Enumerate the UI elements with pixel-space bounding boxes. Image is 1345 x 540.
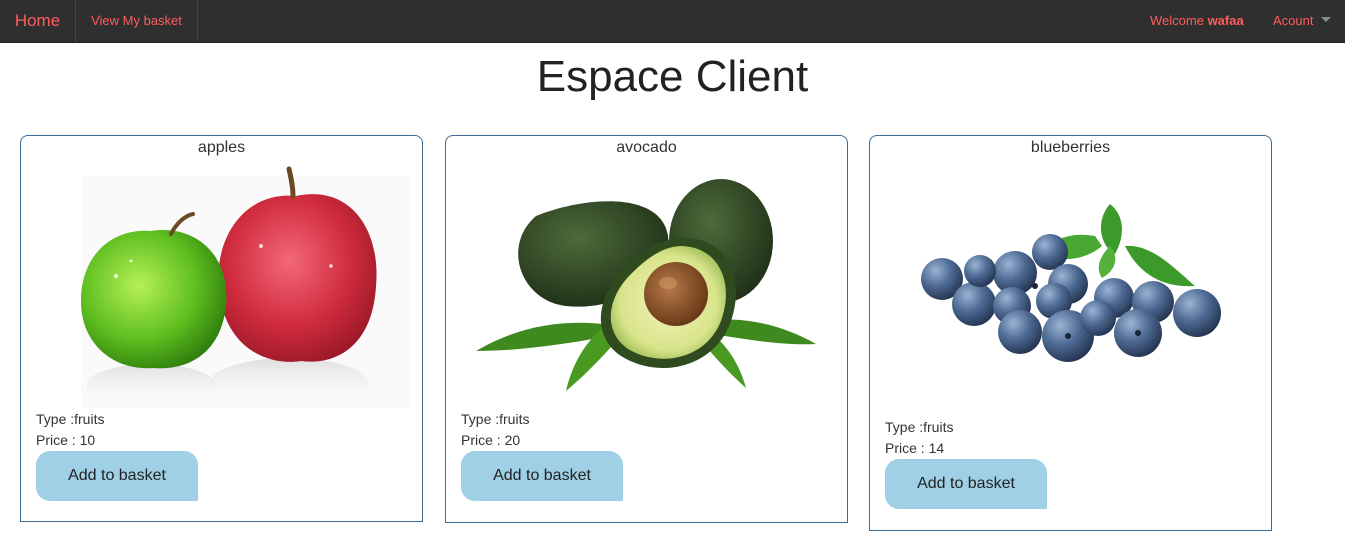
product-card-blueberries: blueberries Type :fruits Price: 14 Add … <box>869 135 1272 531</box>
nav-account-dropdown[interactable]: Acount <box>1273 0 1332 42</box>
add-to-basket-button[interactable]: Add to basket <box>36 451 198 501</box>
product-type: Type :fruits <box>36 411 105 427</box>
apples-image <box>81 166 411 410</box>
product-type: Type :fruits <box>461 411 530 427</box>
welcome-username: wafaa <box>1207 13 1244 28</box>
nav-welcome-text: Welcome wafaa <box>1150 0 1244 42</box>
avocado-image <box>476 179 816 391</box>
add-to-basket-button[interactable]: Add to basket <box>461 451 623 501</box>
blueberries-image <box>921 204 1221 362</box>
page-title: Espace Client <box>536 52 809 101</box>
chevron-down-icon <box>1321 17 1332 23</box>
welcome-prefix: Welcome <box>1150 13 1208 28</box>
product-price: Price : 20 <box>461 432 521 448</box>
top-navbar: Home View My basket Welcome wafaa Acount <box>0 0 1345 43</box>
add-to-basket-button[interactable]: Add to basket <box>885 459 1047 509</box>
nav-home-link[interactable]: Home <box>0 0 76 42</box>
product-card-avocado: avocado Type:fruits Price: 20 Add to b… <box>445 135 848 523</box>
account-label: Acount <box>1273 13 1314 28</box>
product-price: Price : 10 <box>36 432 96 448</box>
product-type: Type :fruits <box>885 419 954 435</box>
nav-view-basket-link[interactable]: View My basket <box>76 0 198 42</box>
product-card-apples: apples Type:fruits Price: 10 Add to ba… <box>20 135 423 522</box>
product-price: Price : 14 <box>885 440 945 456</box>
